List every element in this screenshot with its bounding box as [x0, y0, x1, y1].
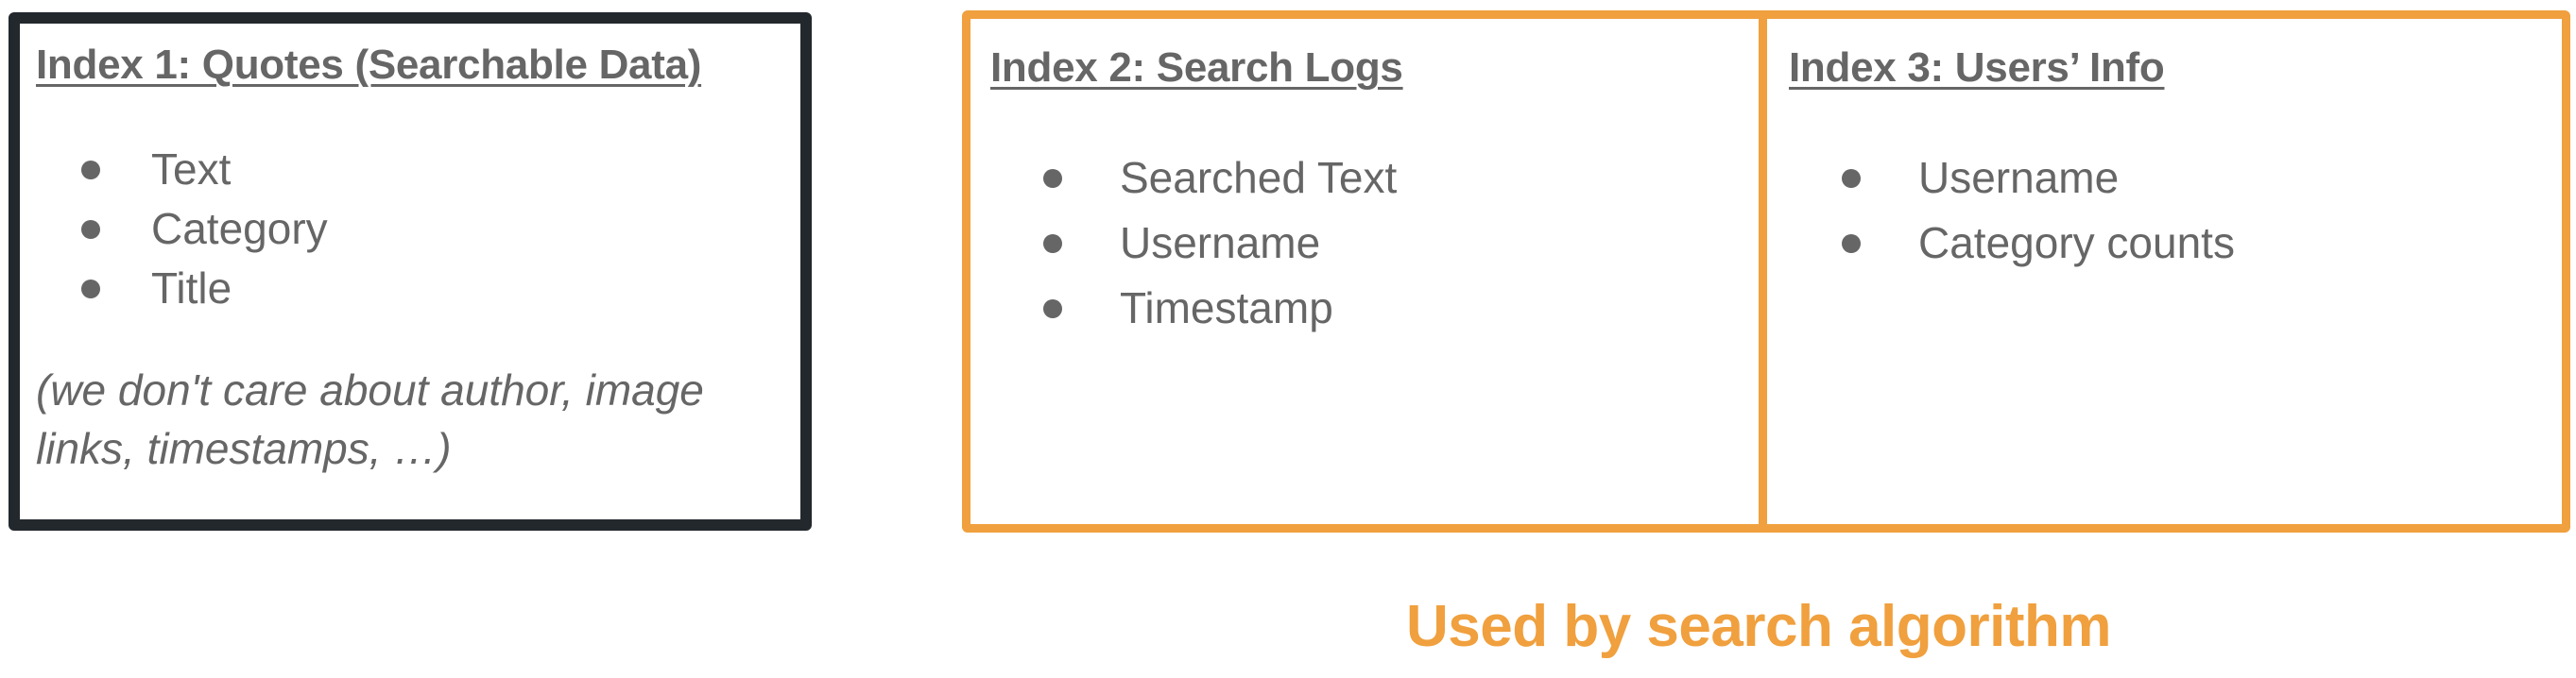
list-item: Timestamp [964, 276, 1397, 341]
list-item: Category [9, 199, 328, 259]
index1-note: (we don't care about author, image links… [36, 365, 704, 473]
search-algorithm-caption: Used by search algorithm [1406, 594, 2112, 659]
index1-field-list: Text Category Title [9, 140, 328, 318]
bullet-icon [81, 220, 100, 239]
list-item: Text [9, 140, 328, 199]
bullet-icon [81, 280, 100, 298]
list-item: Searched Text [964, 145, 1397, 211]
list-item: Category counts [1762, 211, 2235, 276]
list-item: Title [9, 259, 328, 318]
bullet-icon [1842, 234, 1861, 253]
index2-field-list: Searched Text Username Timestamp [964, 145, 1397, 341]
list-item: Username [1762, 145, 2235, 211]
index3-field-list: Username Category counts [1762, 145, 2235, 276]
index1-field-title: Title [151, 263, 232, 313]
index3-field-username: Username [1918, 153, 2120, 202]
list-item: Username [964, 211, 1397, 276]
index2-field-timestamp: Timestamp [1120, 283, 1333, 332]
index2-field-username: Username [1120, 218, 1321, 267]
bullet-icon [1043, 234, 1062, 253]
index3-title: Index 3: Users’ Info [1789, 44, 2165, 91]
index1-field-text: Text [151, 144, 232, 194]
bullet-icon [1842, 169, 1861, 188]
bullet-icon [1043, 169, 1062, 188]
bullet-icon [81, 161, 100, 179]
index1-field-category: Category [151, 204, 328, 253]
index3-field-category-counts: Category counts [1918, 218, 2235, 267]
index1-title: Index 1: Quotes (Searchable Data) [36, 42, 702, 88]
bullet-icon [1043, 299, 1062, 318]
index2-field-searched-text: Searched Text [1120, 153, 1398, 202]
index2-title: Index 2: Search Logs [990, 44, 1403, 91]
